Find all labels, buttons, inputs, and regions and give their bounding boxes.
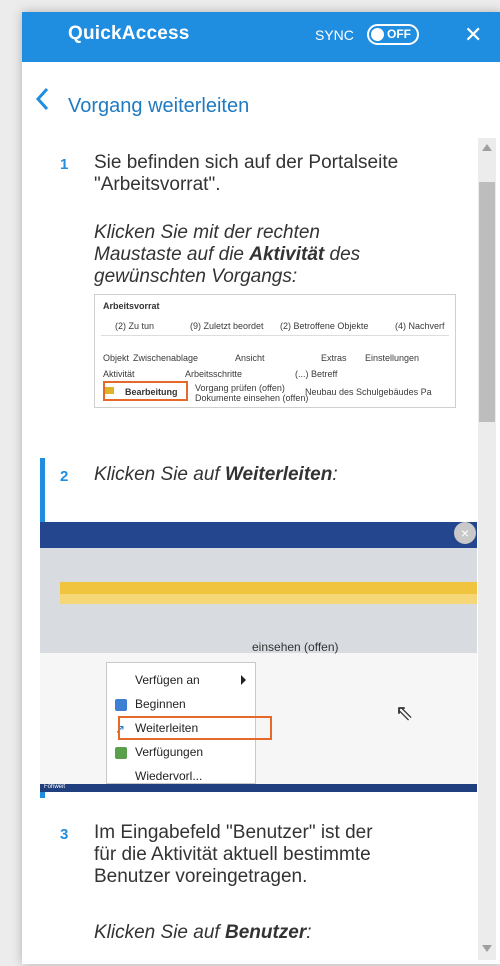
shot1-tab-4: (4) Nachverf xyxy=(395,321,445,331)
highlight-activity: Bearbeitung xyxy=(103,381,188,401)
scroll-thumb[interactable] xyxy=(479,182,495,422)
submenu-arrow-icon xyxy=(241,675,246,685)
beginnen-icon xyxy=(115,699,127,711)
shot1-col-1: Aktivität xyxy=(103,369,135,379)
nav-bar: Vorgang weiterleiten xyxy=(22,62,500,128)
step-3-line-1: Im Eingabefeld "Benutzer" ist der xyxy=(94,822,373,843)
step-1-line-1: Sie befinden sich auf der Portalseite xyxy=(94,152,399,173)
chevron-left-icon[interactable] xyxy=(34,87,52,111)
shot2-bg-label: einsehen (offen) xyxy=(252,640,339,654)
page-title: Vorgang weiterleiten xyxy=(68,95,250,117)
menu-item-beginnen: Beginnen xyxy=(135,697,186,711)
folder-icon xyxy=(105,387,114,394)
scrollbar[interactable] xyxy=(478,138,496,960)
shot1-toolbar-5: Einstellungen xyxy=(365,353,420,363)
shot1-toolbar-2: Zwischenablage xyxy=(133,353,199,363)
step-3-line-3: Benutzer voreingetragen. xyxy=(94,866,308,887)
menu-item-verfuegen-an: Verfügen an xyxy=(135,673,200,687)
shot1-col-2: Arbeitsschritte xyxy=(185,369,243,379)
step-3-instruction: Klicken Sie auf Benutzer: xyxy=(94,922,474,944)
shot2-footer-label: Fohweit xyxy=(44,784,66,790)
app-title: QuickAccess xyxy=(68,23,190,44)
quickaccess-panel: QuickAccess SYNC OFF ✕ Vorgang weiterlei… xyxy=(22,12,500,964)
step-3-number: 3 xyxy=(60,826,69,843)
step-1-instruction: Klicken Sie mit der rechten Maustaste au… xyxy=(94,222,474,288)
close-icon: × xyxy=(454,522,476,544)
shot1-toolbar-3: Ansicht xyxy=(235,353,265,363)
step-3-line-2: für die Aktivität aktuell bestimmte xyxy=(94,844,371,865)
shot1-divider xyxy=(101,335,449,336)
step-3-prefix: Klicken Sie auf xyxy=(94,922,225,943)
cursor-icon: ⇖ xyxy=(395,700,414,725)
shot1-title: Arbeitsvorrat xyxy=(103,301,160,311)
shot1-toolbar-4: Extras xyxy=(321,353,347,363)
shot2-header xyxy=(40,522,477,548)
shot1-step-2: Dokumente einsehen (offen) xyxy=(195,393,309,403)
scroll-up-icon[interactable] xyxy=(482,144,492,151)
step-1-instr-line-3: gewünschten Vorgangs: xyxy=(94,266,298,287)
step-2-prefix: Klicken Sie auf xyxy=(94,464,225,485)
screenshot-context-menu: einsehen (offen) Verfügen an Beginnen We… xyxy=(40,522,477,792)
step-1-number: 1 xyxy=(60,156,69,173)
close-icon[interactable]: ✕ xyxy=(464,24,482,46)
instructions-content: 1 Sie befinden sich auf der Portalseite … xyxy=(40,128,477,964)
step-3-suffix: : xyxy=(306,922,312,943)
menu-item-wiedervorlage: Wiedervorl... xyxy=(135,769,203,783)
shot1-tab-1: (2) Zu tun xyxy=(115,321,155,331)
step-1-instr-line-1: Klicken Sie mit der rechten xyxy=(94,222,320,243)
step-1-instr-suffix: des xyxy=(324,244,361,265)
toggle-state: OFF xyxy=(387,27,411,41)
sync-label: SYNC xyxy=(315,27,354,43)
sync-toggle[interactable]: OFF xyxy=(367,24,419,45)
step-1-instr-line-2: Maustaste auf die Aktivität des xyxy=(94,244,474,266)
toggle-knob xyxy=(371,28,384,41)
shot1-tab-3: (2) Betroffene Objekte xyxy=(280,321,369,331)
highlight-weiterleiten xyxy=(118,716,272,740)
menu-item-verfuegungen: Verfügungen xyxy=(135,745,204,759)
step-1-line-2: "Arbeitsvorrat". xyxy=(94,174,221,195)
shot1-col-3: (...) Betreff xyxy=(295,369,338,379)
screenshot-arbeitsvorrat: Arbeitsvorrat (2) Zu tun (9) Zuletzt beo… xyxy=(94,294,456,408)
step-1-text: Sie befinden sich auf der Portalseite "A… xyxy=(94,152,474,196)
shot1-step-1: Vorgang prüfen (offen) xyxy=(195,383,285,393)
step-3-bold: Benutzer xyxy=(224,922,307,943)
scroll-down-icon[interactable] xyxy=(482,945,492,952)
step-3-text: Im Eingabefeld "Benutzer" ist der für di… xyxy=(94,822,474,888)
shot2-selected-row xyxy=(60,582,477,594)
step-2-instruction: Klicken Sie auf Weiterleiten: xyxy=(94,464,474,486)
step-1-instr-part: Maustaste auf die xyxy=(94,244,250,265)
step-2-number: 2 xyxy=(60,468,69,485)
step-2-bold: Weiterleiten xyxy=(224,464,333,485)
panel-header: QuickAccess SYNC OFF ✕ xyxy=(22,12,500,62)
shot1-activity: Bearbeitung xyxy=(125,387,178,397)
step-1-instr-bold: Aktivität xyxy=(249,244,325,265)
shot1-subject: Neubau des Schulgebäudes Pa xyxy=(305,387,432,397)
shot2-footer: Fohweit xyxy=(40,784,477,792)
step-2-suffix: : xyxy=(332,464,338,485)
shot1-tab-2: (9) Zuletzt beordet xyxy=(190,321,264,331)
verfuegungen-icon xyxy=(115,747,127,759)
shot2-selected-row-2 xyxy=(60,594,477,604)
shot1-toolbar-1: Objekt xyxy=(103,353,130,363)
